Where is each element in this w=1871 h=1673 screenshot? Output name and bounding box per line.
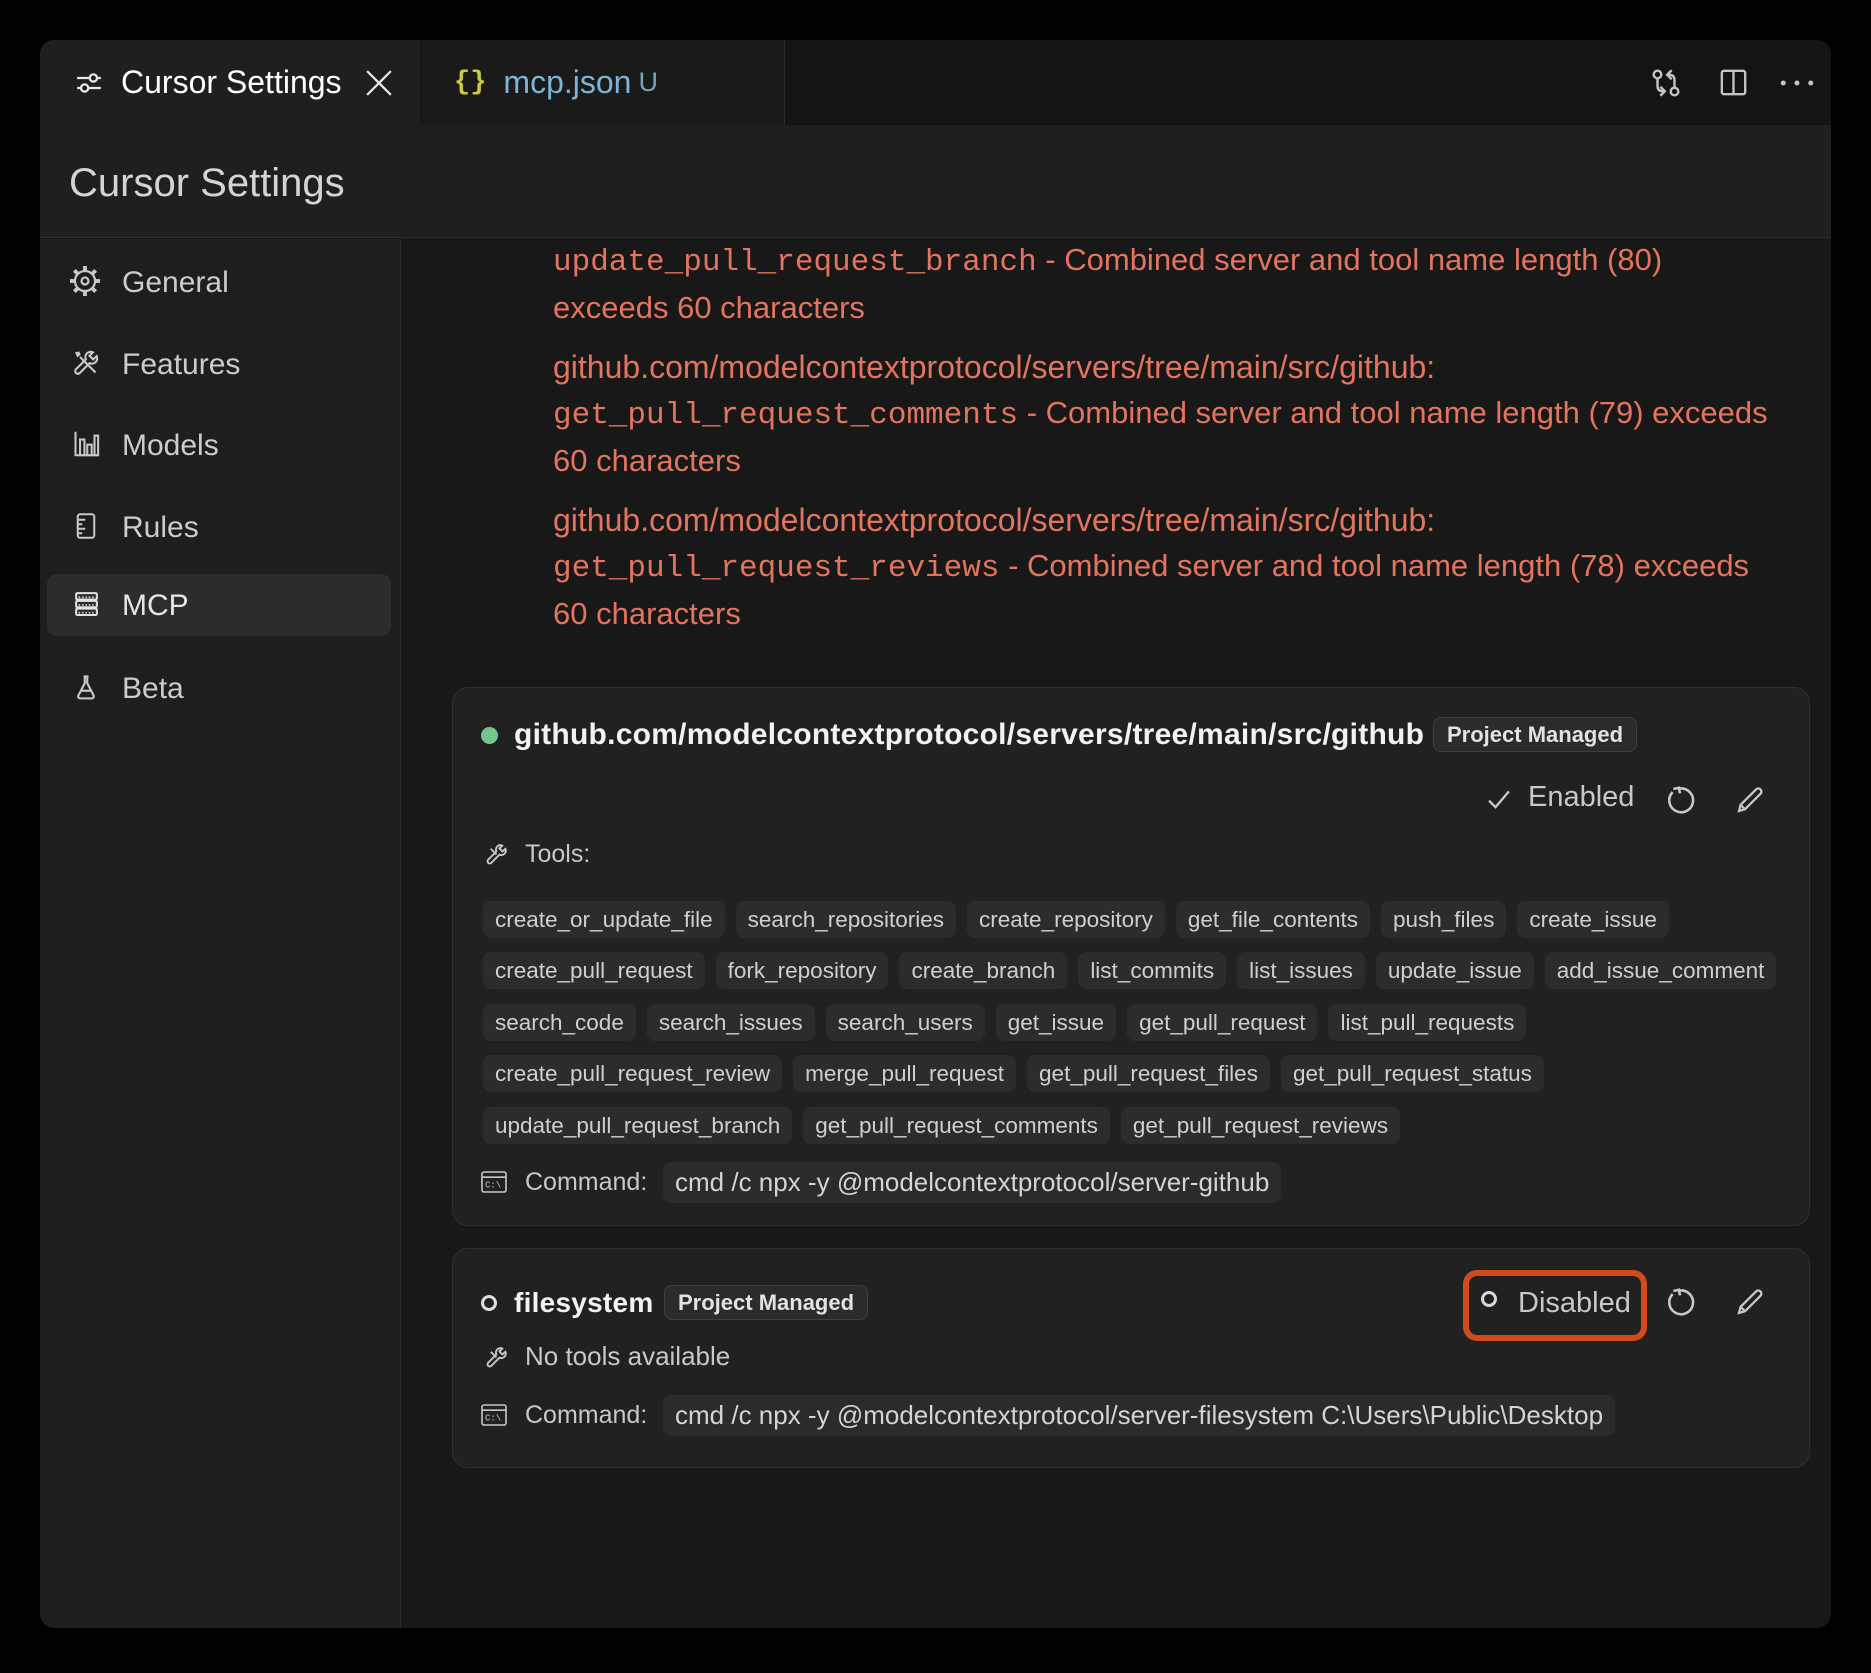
svg-text:C:\: C:\ [485, 1181, 501, 1191]
svg-text:C:\: C:\ [485, 1414, 501, 1424]
